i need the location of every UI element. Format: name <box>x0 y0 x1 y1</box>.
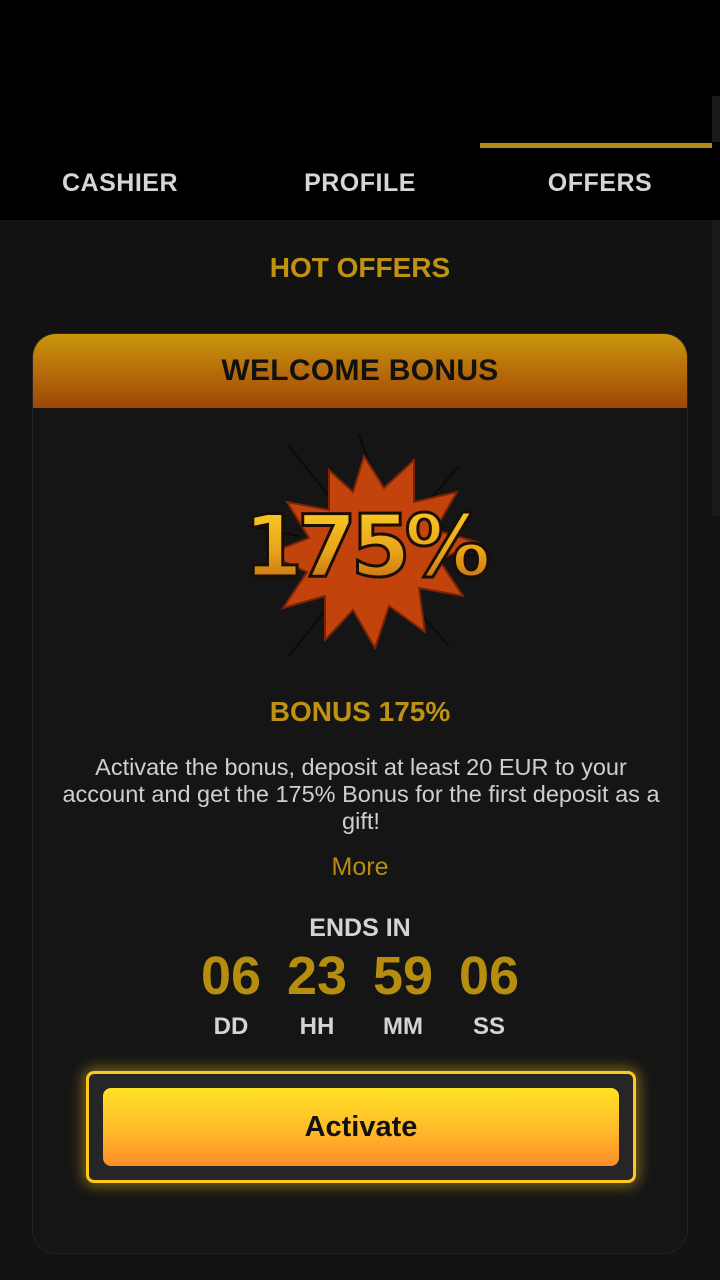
activate-button-frame: Activate <box>86 1071 636 1183</box>
section-title: HOT OFFERS <box>269 252 451 283</box>
bonus-description: Activate the bonus, deposit at least 20 … <box>62 754 660 834</box>
tab-profile[interactable]: PROFILE <box>240 142 480 220</box>
timer-label: DD <box>213 1013 249 1040</box>
tab-bar: CASHIER PROFILE OFFERS <box>0 142 720 220</box>
tab-offers[interactable]: OFFERS <box>480 142 720 220</box>
offer-card-header: WELCOME BONUS <box>33 334 687 408</box>
timer-seconds: 06 SS <box>453 946 525 1041</box>
timer-minutes: 59 MM <box>367 946 439 1041</box>
timer-value: 06 <box>200 946 262 1006</box>
top-bar <box>0 0 720 142</box>
timer-value: 59 <box>372 946 434 1006</box>
timer-label: HH <box>299 1013 335 1040</box>
timer-hours: 23 HH <box>281 946 353 1041</box>
more-link[interactable]: More <box>33 853 687 882</box>
offer-card: WELCOME BONUS 175% BONUS 175% Activate t… <box>32 333 688 1254</box>
timer-label: MM <box>383 1013 423 1040</box>
badge-text: 175% <box>243 497 489 597</box>
countdown-timer: 06 DD 23 HH 59 MM 06 SS <box>33 946 687 1041</box>
burst-graphic: 175% <box>242 433 496 657</box>
timer-value: 06 <box>458 946 520 1006</box>
bonus-title: BONUS 175% <box>269 696 451 727</box>
ends-in-label: ENDS IN <box>309 914 411 942</box>
timer-label: SS <box>472 1013 505 1040</box>
tab-cashier[interactable]: CASHIER <box>0 142 240 220</box>
timer-value: 23 <box>286 946 348 1006</box>
comic-burst-icon: 175% <box>229 426 499 666</box>
activate-button[interactable]: Activate <box>103 1088 619 1166</box>
timer-days: 06 DD <box>195 946 267 1041</box>
